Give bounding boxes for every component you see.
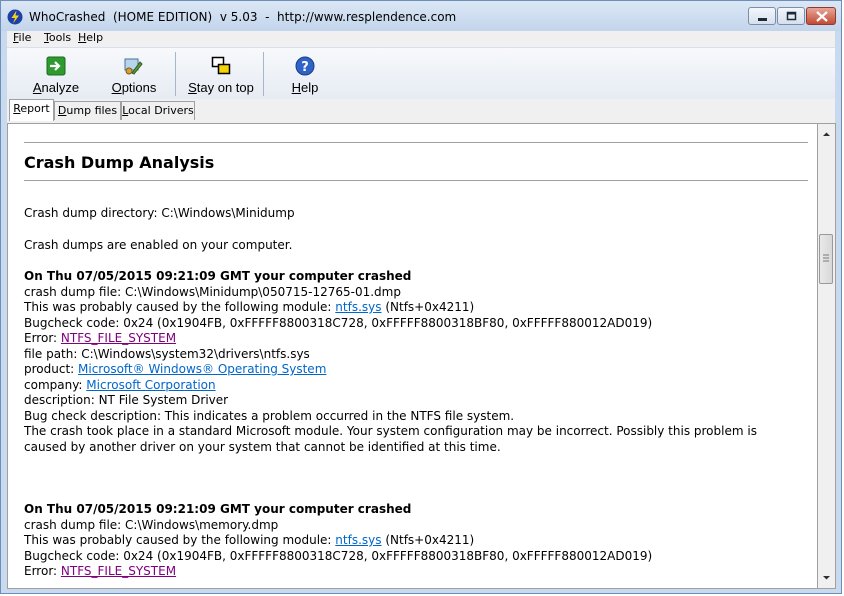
stay-on-top-button[interactable]: Stay on top: [183, 48, 259, 100]
crash-cause: This was probably caused by the followin…: [24, 533, 475, 547]
window-title: WhoCrashed (HOME EDITION) v 5.03 - http:…: [29, 10, 457, 24]
scroll-thumb[interactable]: [819, 234, 833, 284]
help-label: Help: [291, 80, 319, 95]
description: description: NT File System Driver: [24, 393, 229, 407]
dumps-enabled: Crash dumps are enabled on your computer…: [24, 237, 293, 252]
report-content: Crash Dump Analysis Crash dump directory…: [24, 124, 812, 580]
options-button[interactable]: Options: [103, 48, 165, 100]
maximize-icon: [786, 11, 797, 21]
company-link[interactable]: Microsoft Corporation: [86, 378, 215, 392]
menu-tools[interactable]: Tools: [44, 31, 71, 44]
dump-directory: Crash dump directory: C:\Windows\Minidum…: [24, 206, 295, 220]
file-path: file path: C:\Windows\system32\drivers\n…: [24, 346, 310, 361]
crash-title: On Thu 07/05/2015 09:21:09 GMT your comp…: [24, 269, 412, 283]
help-button[interactable]: ? Help: [277, 48, 333, 100]
crash-title: On Thu 07/05/2015 09:21:09 GMT your comp…: [24, 502, 412, 516]
product-link[interactable]: Microsoft® Windows® Operating System: [78, 362, 326, 376]
app-window: WhoCrashed (HOME EDITION) v 5.03 - http:…: [0, 0, 842, 594]
bugcheck-code: Bugcheck code: 0x24 (0x1904FB, 0xFFFFF88…: [24, 315, 653, 330]
crash-dump-file: crash dump file: C:\Windows\memory.dmp: [24, 517, 279, 532]
menu-file[interactable]: File: [13, 31, 31, 44]
vertical-scrollbar[interactable]: [818, 123, 836, 589]
title-bar[interactable]: WhoCrashed (HOME EDITION) v 5.03 - http:…: [1, 1, 841, 31]
crash-cause: This was probably caused by the followin…: [24, 300, 475, 314]
menu-bar: File Tools Help: [7, 31, 835, 47]
scroll-up-icon[interactable]: [820, 128, 833, 141]
lightning-app-icon: [7, 9, 23, 25]
toolbar-separator: [175, 52, 176, 96]
tab-bar: Report Dump files Local Drivers: [7, 99, 835, 123]
minimize-icon: [758, 18, 767, 21]
scroll-down-icon[interactable]: [820, 571, 833, 584]
tab-dump-files[interactable]: Dump files: [54, 101, 121, 120]
minimize-button[interactable]: [748, 7, 776, 25]
stay-on-top-icon: [211, 56, 231, 75]
error-link[interactable]: NTFS_FILE_SYSTEM: [61, 331, 176, 345]
toolbar: Analyze Options Stay on top ? Help: [7, 47, 835, 101]
tab-report[interactable]: Report: [9, 99, 54, 121]
close-icon: [816, 11, 828, 22]
analyze-arrow-icon: [46, 56, 66, 76]
close-button[interactable]: [806, 7, 836, 25]
module-link[interactable]: ntfs.sys: [335, 533, 381, 547]
options-label: Options: [111, 80, 157, 95]
stay-on-top-label: Stay on top: [188, 80, 254, 95]
tab-local-drivers[interactable]: Local Drivers: [121, 101, 195, 120]
company: company: Microsoft Corporation: [24, 377, 216, 392]
crash-error: Error: NTFS_FILE_SYSTEM: [24, 564, 177, 578]
analyze-button[interactable]: Analyze: [23, 48, 89, 100]
analyze-label: Analyze: [32, 80, 80, 95]
product: product: Microsoft® Windows® Operating S…: [24, 362, 327, 376]
crash-note: The crash took place in a standard Micro…: [24, 424, 757, 454]
svg-text:?: ?: [301, 60, 309, 75]
grip-icon: [823, 254, 829, 262]
report-pane: Crash Dump Analysis Crash dump directory…: [7, 123, 818, 589]
maximize-button[interactable]: [777, 7, 805, 25]
menu-help[interactable]: Help: [78, 31, 103, 44]
bugcheck-description: Bug check description: This indicates a …: [24, 408, 515, 423]
toolbar-separator: [263, 52, 264, 96]
error-link[interactable]: NTFS_FILE_SYSTEM: [61, 564, 176, 578]
options-icon: [124, 58, 143, 75]
bugcheck-code: Bugcheck code: 0x24 (0x1904FB, 0xFFFFF88…: [24, 548, 653, 563]
report-heading: Crash Dump Analysis: [24, 153, 215, 172]
crash-error: Error: NTFS_FILE_SYSTEM: [24, 331, 177, 345]
help-question-icon: ?: [295, 56, 315, 76]
module-link[interactable]: ntfs.sys: [335, 300, 381, 314]
crash-dump-file: crash dump file: C:\Windows\Minidump\050…: [24, 284, 401, 299]
